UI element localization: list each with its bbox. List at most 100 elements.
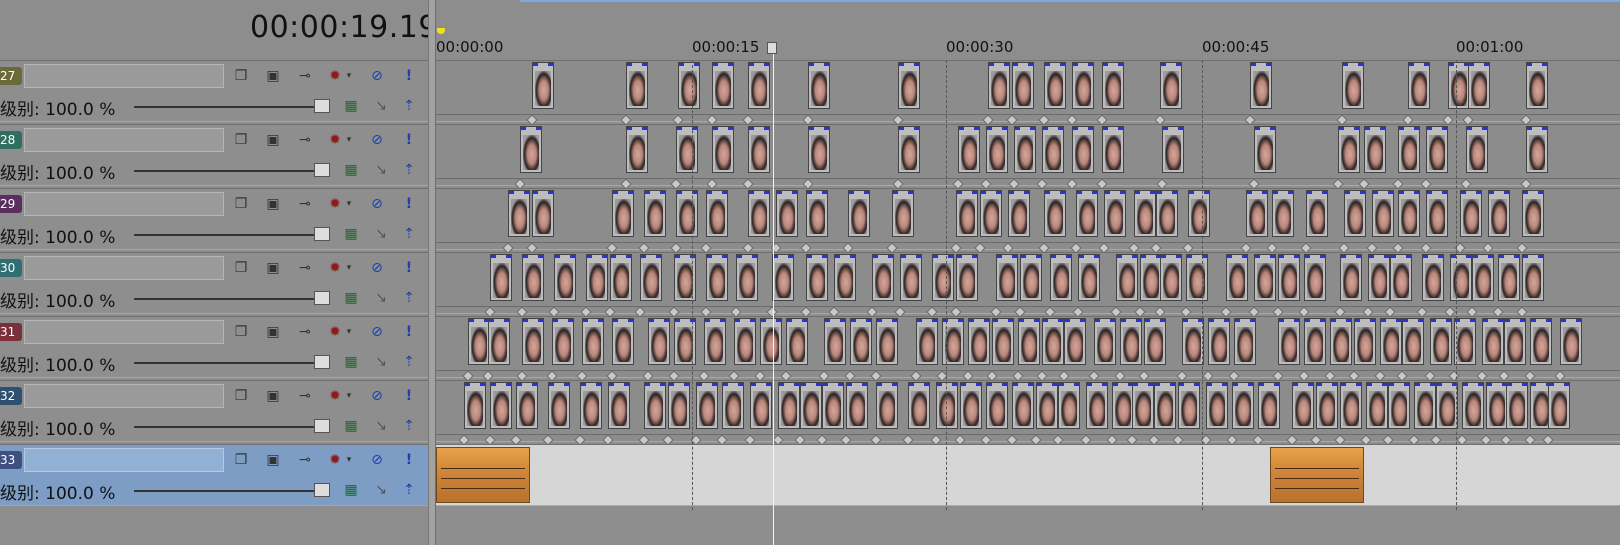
video-clip-thumbnail[interactable]: [932, 254, 954, 301]
video-clip-thumbnail[interactable]: [1292, 382, 1314, 429]
video-clip-thumbnail[interactable]: [1304, 254, 1326, 301]
layers-icon[interactable]: ❐: [232, 67, 250, 85]
video-clip-thumbnail[interactable]: [1422, 254, 1444, 301]
video-clip-thumbnail[interactable]: [1488, 190, 1510, 237]
motion-icon[interactable]: ▣: [264, 195, 282, 213]
video-clip-thumbnail[interactable]: [1044, 62, 1066, 109]
envelope-line[interactable]: [436, 114, 1620, 115]
video-clip-thumbnail[interactable]: [1072, 62, 1094, 109]
video-clip-thumbnail[interactable]: [908, 382, 930, 429]
fx-icon[interactable]: ⊸: [296, 387, 314, 405]
video-clip-thumbnail[interactable]: [1338, 126, 1360, 173]
video-clip-thumbnail[interactable]: [722, 382, 744, 429]
video-track-lane[interactable]: [436, 252, 1620, 318]
video-clip-thumbnail[interactable]: [986, 126, 1008, 173]
video-clip-thumbnail[interactable]: [522, 254, 544, 301]
track-name-field[interactable]: [24, 320, 224, 344]
envelope-line[interactable]: [436, 306, 1620, 307]
video-clip-thumbnail[interactable]: [520, 126, 542, 173]
motion-icon[interactable]: ▣: [264, 67, 282, 85]
video-track-lane[interactable]: [436, 316, 1620, 382]
video-clip-thumbnail[interactable]: [1120, 318, 1142, 365]
video-clip-thumbnail[interactable]: [898, 126, 920, 173]
video-clip-thumbnail[interactable]: [1522, 254, 1544, 301]
video-clip-thumbnail[interactable]: [800, 382, 822, 429]
video-clip-thumbnail[interactable]: [876, 318, 898, 365]
layers-icon[interactable]: ❐: [232, 131, 250, 149]
video-clip-thumbnail[interactable]: [1354, 318, 1376, 365]
layers-icon[interactable]: ❐: [232, 387, 250, 405]
video-clip-thumbnail[interactable]: [1160, 254, 1182, 301]
track-name-field[interactable]: [24, 64, 224, 88]
video-clip-thumbnail[interactable]: [1462, 382, 1484, 429]
video-clip-thumbnail[interactable]: [1014, 126, 1036, 173]
video-clip-thumbnail[interactable]: [1036, 382, 1058, 429]
video-clip-thumbnail[interactable]: [648, 318, 670, 365]
video-clip-thumbnail[interactable]: [1102, 62, 1124, 109]
video-clip-thumbnail[interactable]: [900, 254, 922, 301]
track-name-field[interactable]: [24, 128, 224, 152]
layers-icon[interactable]: ❐: [232, 195, 250, 213]
video-clip-thumbnail[interactable]: [706, 254, 728, 301]
track-header[interactable]: 28 ❐ ▣ ⊸ ✹ ▾ ⊘ ! 级别: 100.0 % ▦ ↘ ⇡: [0, 124, 428, 186]
video-clip-thumbnail[interactable]: [644, 382, 666, 429]
video-clip-thumbnail[interactable]: [1254, 254, 1276, 301]
video-clip-thumbnail[interactable]: [808, 126, 830, 173]
video-clip-thumbnail[interactable]: [468, 318, 490, 365]
video-clip-thumbnail[interactable]: [1162, 126, 1184, 173]
layers-icon[interactable]: ❐: [232, 323, 250, 341]
solo-icon[interactable]: !: [400, 259, 418, 277]
video-clip-thumbnail[interactable]: [532, 62, 554, 109]
video-clip-thumbnail[interactable]: [1116, 254, 1138, 301]
video-clip-thumbnail[interactable]: [1208, 318, 1230, 365]
video-clip-thumbnail[interactable]: [1012, 62, 1034, 109]
envelope-line[interactable]: [436, 242, 1620, 243]
make-child-icon[interactable]: ↘: [372, 161, 390, 179]
video-clip-thumbnail[interactable]: [1448, 62, 1470, 109]
video-clip-thumbnail[interactable]: [808, 62, 830, 109]
chevron-down-icon[interactable]: ▾: [340, 387, 358, 405]
video-clip-thumbnail[interactable]: [626, 126, 648, 173]
video-clip-thumbnail[interactable]: [1188, 190, 1210, 237]
mute-icon[interactable]: ⊘: [368, 451, 386, 469]
level-slider-track[interactable]: [134, 234, 320, 236]
video-clip-thumbnail[interactable]: [734, 318, 756, 365]
solo-icon[interactable]: !: [400, 387, 418, 405]
video-clip-thumbnail[interactable]: [1020, 254, 1042, 301]
video-clip-thumbnail[interactable]: [644, 190, 666, 237]
envelope-line[interactable]: [436, 370, 1620, 371]
video-clip-thumbnail[interactable]: [676, 190, 698, 237]
level-slider-handle[interactable]: [314, 291, 330, 305]
video-clip-thumbnail[interactable]: [1254, 126, 1276, 173]
video-clip-thumbnail[interactable]: [1402, 318, 1424, 365]
compositing-mode-icon[interactable]: ▦: [342, 417, 360, 435]
video-clip-thumbnail[interactable]: [1008, 190, 1030, 237]
chevron-down-icon[interactable]: ▾: [340, 195, 358, 213]
fx-icon[interactable]: ⊸: [296, 451, 314, 469]
video-clip-thumbnail[interactable]: [712, 126, 734, 173]
video-clip-thumbnail[interactable]: [1102, 126, 1124, 173]
envelope-line[interactable]: [436, 434, 1620, 435]
make-parent-icon[interactable]: ⇡: [400, 161, 418, 179]
timecode-display[interactable]: 00:00:19.19: [250, 10, 438, 45]
motion-icon[interactable]: ▣: [264, 323, 282, 341]
video-clip-thumbnail[interactable]: [892, 190, 914, 237]
video-clip-thumbnail[interactable]: [1364, 126, 1386, 173]
video-clip-thumbnail[interactable]: [748, 126, 770, 173]
video-clip-thumbnail[interactable]: [552, 318, 574, 365]
track-header[interactable]: 32 ❐ ▣ ⊸ ✹ ▾ ⊘ ! 级别: 100.0 % ▦ ↘ ⇡: [0, 380, 428, 442]
video-clip-thumbnail[interactable]: [988, 62, 1010, 109]
video-clip-thumbnail[interactable]: [712, 62, 734, 109]
video-clip-thumbnail[interactable]: [1450, 254, 1472, 301]
video-clip-thumbnail[interactable]: [1504, 318, 1526, 365]
video-clip-thumbnail[interactable]: [1472, 254, 1494, 301]
video-clip-thumbnail[interactable]: [1468, 62, 1490, 109]
video-clip-thumbnail[interactable]: [1560, 318, 1582, 365]
level-slider-handle[interactable]: [314, 99, 330, 113]
video-clip-thumbnail[interactable]: [1250, 62, 1272, 109]
video-clip-thumbnail[interactable]: [1134, 190, 1156, 237]
video-clip-thumbnail[interactable]: [1388, 382, 1410, 429]
video-clip-thumbnail[interactable]: [736, 254, 758, 301]
video-clip-thumbnail[interactable]: [876, 382, 898, 429]
make-child-icon[interactable]: ↘: [372, 97, 390, 115]
